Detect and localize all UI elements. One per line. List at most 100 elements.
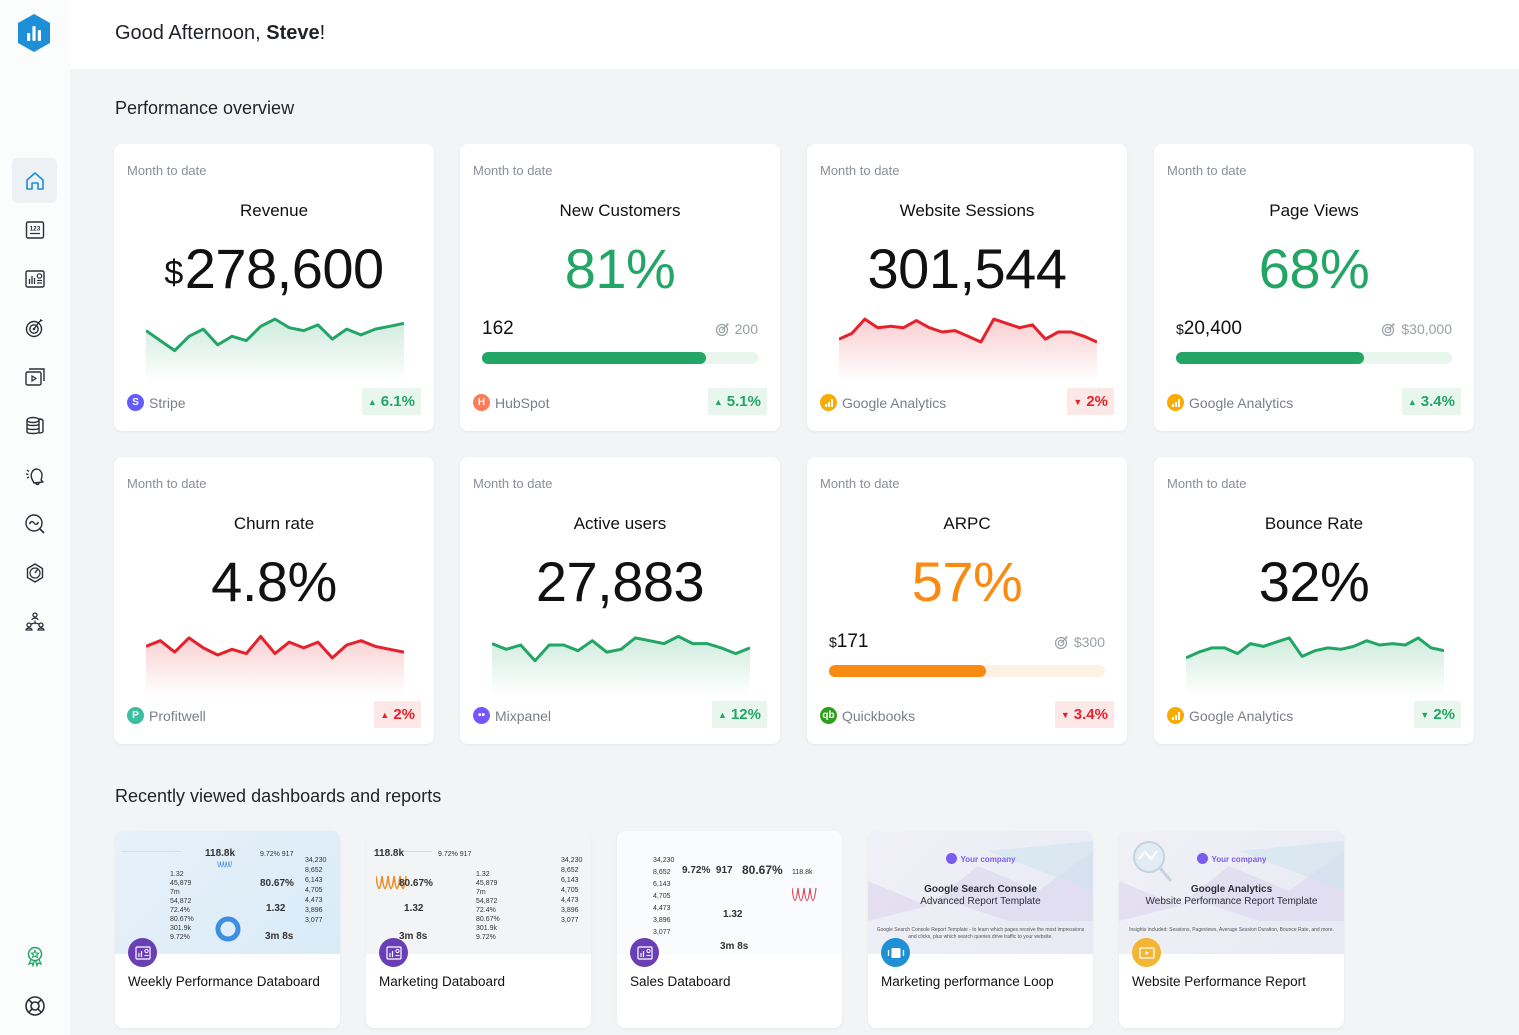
- template-description: Google Search Console Report Template - …: [876, 927, 1085, 940]
- target-icon: [1054, 636, 1068, 650]
- metric-card-website-sessions[interactable]: Month to date Website Sessions 301,544 Goog…: [807, 144, 1127, 431]
- triangle-up-icon: ▲: [367, 396, 377, 407]
- current-value-text: 20,400: [1183, 318, 1242, 339]
- currency-symbol: $: [1176, 321, 1184, 337]
- triangle-up-icon: ▲: [713, 396, 723, 407]
- sidebar-item-scorecards[interactable]: [12, 550, 57, 595]
- recent-item-marketing-databoard[interactable]: 1.32 45,879 7m 54,872 72.4% 80.67% 301.9k 9.72%…: [366, 831, 591, 1028]
- mixpanel-icon: ••: [473, 707, 490, 724]
- period-label: Month to date: [1167, 476, 1247, 491]
- metric-value: 32%: [1154, 549, 1474, 614]
- performance-overview-title: Performance overview: [115, 98, 295, 118]
- metric-card-churn-rate[interactable]: Month to date Churn rate 4.8% P Profitwell ▲ 2…: [114, 457, 434, 744]
- delta-badge: ▲ 5.1%: [707, 388, 767, 415]
- metric-title: Bounce Rate: [1264, 514, 1364, 533]
- greeting-prefix: Good Afternoon,: [115, 22, 267, 44]
- item-type-badge: [1132, 938, 1161, 967]
- databox-logo-icon[interactable]: [16, 13, 52, 53]
- sparkline-chart: [492, 634, 750, 695]
- sparkline-chart: [146, 317, 404, 382]
- current-value: $171: [829, 631, 869, 653]
- insights-icon: [24, 513, 45, 534]
- metric-card-arpc[interactable]: Month to date ARPC 57% $171 $300 qb Quickbooks…: [807, 457, 1127, 744]
- current-value-text: 162: [482, 318, 514, 339]
- database-icon: [25, 416, 44, 434]
- sidebar-item-loops[interactable]: [12, 354, 57, 399]
- recently-viewed-title: Recently viewed dashboards and reports: [115, 786, 442, 806]
- award-icon: [27, 946, 42, 967]
- databoard-icon: [636, 945, 653, 960]
- current-value: 162: [482, 318, 514, 340]
- data-source: S Stripe: [127, 394, 186, 411]
- sparkline-area: [146, 319, 404, 382]
- sidebar-item-databoards[interactable]: [12, 256, 57, 301]
- delta-value: 3.4%: [1420, 393, 1455, 410]
- progress-bar-fill: [829, 665, 987, 677]
- sidebar-item-alerts[interactable]: [12, 452, 57, 497]
- recent-item-website-performance-report[interactable]: Your company Google Analytics Website Perf…: [1119, 831, 1344, 1028]
- google-analytics-icon: [1167, 707, 1184, 724]
- numbers-icon: 123: [25, 220, 44, 239]
- template-subtitle: Website Performance Report Template: [1145, 896, 1318, 907]
- databoard-icon: [134, 945, 151, 960]
- period-label: Month to date: [473, 476, 553, 491]
- profitwell-icon: P: [127, 707, 144, 724]
- quickbooks-icon: qb: [820, 707, 837, 724]
- sparkline-chart: [1186, 636, 1444, 695]
- metric-title: New Customers: [559, 201, 681, 220]
- recent-item-weekly-performance-databoard[interactable]: 1.32 45,879 7m 54,872 72.4% 80.67% 301.9k 9.72%…: [115, 831, 340, 1028]
- currency-symbol: $: [164, 254, 183, 292]
- currency-symbol: $: [829, 634, 837, 650]
- metric-card-bounce-rate[interactable]: Month to date Bounce Rate 32% Google Analyt…: [1154, 457, 1474, 744]
- sidebar-item-achievements[interactable]: [12, 933, 57, 978]
- delta-badge: ▼ 2%: [1414, 701, 1461, 728]
- home-icon: [25, 171, 44, 190]
- data-source-label: Profitwell: [149, 707, 206, 724]
- sidebar-item-team[interactable]: [12, 599, 57, 644]
- metric-value-text: 32%: [1258, 550, 1370, 613]
- help-icon: [24, 995, 45, 1016]
- sidebar-item-data-sources[interactable]: [12, 403, 57, 448]
- sparkline-area: [146, 636, 404, 695]
- metric-card-revenue[interactable]: Month to date Revenue $278,600 S Stripe ▲ 6.1%: [114, 144, 434, 431]
- metric-value: 27,883: [460, 549, 780, 614]
- metric-card-active-users[interactable]: Month to date Active users 27,883 •• Mixpane…: [460, 457, 780, 744]
- target-icon: [1382, 323, 1396, 337]
- sidebar-item-metrics[interactable]: 123: [12, 207, 57, 252]
- scorecard-icon: [26, 562, 43, 583]
- template-company: Your company: [868, 853, 1093, 864]
- period-label: Month to date: [820, 476, 900, 491]
- template-description: Insights included: Sessions, Pageviews, …: [1129, 927, 1334, 933]
- preview-thumbnail: Your company Google Search Console Advance…: [868, 831, 1093, 954]
- metric-value: $278,600: [114, 236, 434, 301]
- greeting: Good Afternoon, Steve!: [115, 22, 325, 45]
- delta-value: 2%: [1086, 393, 1108, 410]
- metric-value-text: 4.8%: [211, 550, 337, 613]
- google-analytics-icon: [1167, 394, 1184, 411]
- triangle-up-icon: ▲: [380, 709, 390, 720]
- metric-card-new-customers[interactable]: Month to date New Customers 81% 162 200 H HubS…: [460, 144, 780, 431]
- sidebar-item-insights[interactable]: [12, 501, 57, 546]
- metric-value: 4.8%: [114, 549, 434, 614]
- data-source-label: HubSpot: [495, 394, 550, 411]
- item-label: Marketing Databoard: [379, 974, 506, 989]
- sidebar-item-goals[interactable]: [12, 305, 57, 350]
- metric-card-page-views[interactable]: Month to date Page Views 68% $20,400 $30,000…: [1154, 144, 1474, 431]
- sidebar-item-help[interactable]: [12, 983, 57, 1028]
- delta-value: 6.1%: [380, 393, 415, 410]
- data-source: P Profitwell: [127, 707, 206, 724]
- item-label: Weekly Performance Databoard: [128, 974, 320, 989]
- current-value-text: 171: [836, 631, 869, 652]
- goal-icon: [25, 318, 43, 337]
- sidebar-item-home[interactable]: [12, 158, 57, 203]
- item-type-badge: [379, 938, 408, 967]
- recent-item-sales-databoard[interactable]: 34,230 8,652 6,143 4,705 4,473 3,896 3,077 9.72…: [617, 831, 842, 1028]
- data-source-label: Mixpanel: [495, 707, 552, 724]
- recent-item-marketing-performance-loop[interactable]: Your company Google Search Console Advance…: [868, 831, 1093, 1028]
- delta-badge: ▼ 3.4%: [1054, 701, 1114, 728]
- delta-value: 2%: [1433, 706, 1455, 723]
- metric-value-text: 301,544: [867, 237, 1067, 300]
- metric-title: Active users: [573, 514, 667, 533]
- data-source-label: Google Analytics: [842, 394, 947, 411]
- svg-text:123: 123: [29, 225, 40, 232]
